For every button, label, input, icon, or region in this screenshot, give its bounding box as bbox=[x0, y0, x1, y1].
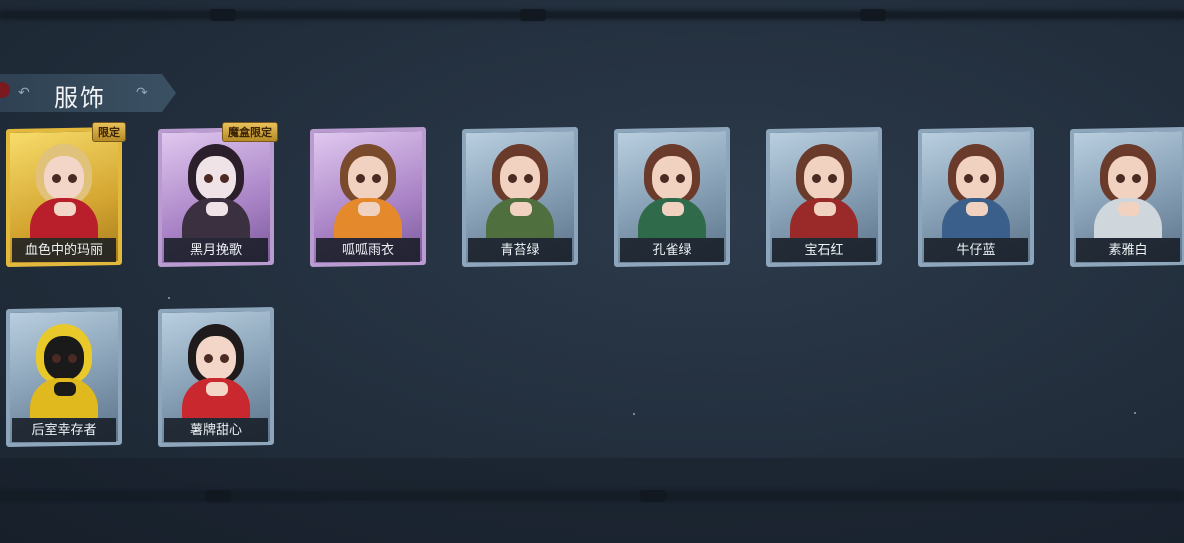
costume-name: 呱呱雨衣 bbox=[316, 238, 420, 262]
rail-ornament bbox=[205, 490, 231, 502]
portrait-hands bbox=[662, 202, 684, 216]
section-title: 服饰 bbox=[54, 85, 106, 112]
portrait-face bbox=[804, 156, 844, 200]
ribbon-dot-icon bbox=[0, 82, 10, 98]
portrait-face bbox=[652, 156, 692, 200]
portrait-eye bbox=[204, 354, 213, 363]
portrait-eye bbox=[1132, 174, 1141, 183]
costume-name: 黑月挽歌 bbox=[164, 238, 268, 262]
costume-name: 宝石红 bbox=[772, 238, 876, 262]
costume-portrait bbox=[930, 140, 1022, 238]
costume-portrait bbox=[18, 140, 110, 238]
portrait-eye bbox=[1116, 174, 1125, 183]
costume-card[interactable]: 素雅白 bbox=[1070, 126, 1184, 268]
portrait-eye bbox=[372, 174, 381, 183]
portrait-face bbox=[196, 336, 236, 380]
portrait-eye bbox=[812, 174, 821, 183]
costume-name: 血色中的玛丽 bbox=[12, 238, 116, 262]
portrait-hands bbox=[206, 202, 228, 216]
portrait-hands bbox=[1118, 202, 1140, 216]
portrait-eye bbox=[508, 174, 517, 183]
portrait-eye bbox=[68, 174, 77, 183]
costume-name: 青苔绿 bbox=[468, 238, 572, 262]
limited-badge: 限定 bbox=[92, 122, 126, 142]
costume-card[interactable]: 后室幸存者 bbox=[6, 306, 122, 448]
portrait-face bbox=[44, 156, 84, 200]
portrait-face bbox=[196, 156, 236, 200]
costume-portrait bbox=[1082, 140, 1174, 238]
portrait-eye bbox=[676, 174, 685, 183]
portrait-face bbox=[348, 156, 388, 200]
bottom-shadow-band bbox=[0, 458, 1184, 543]
rail-ornament bbox=[520, 9, 546, 21]
costume-portrait bbox=[322, 140, 414, 238]
portrait-eye bbox=[828, 174, 837, 183]
portrait-eye bbox=[980, 174, 989, 183]
portrait-hands bbox=[54, 382, 76, 396]
costume-card[interactable]: 黑月挽歌 魔盒限定 bbox=[158, 122, 278, 268]
portrait-eye bbox=[68, 354, 77, 363]
costume-portrait bbox=[474, 140, 566, 238]
costume-card[interactable]: 呱呱雨衣 bbox=[310, 126, 426, 268]
costume-card[interactable]: 宝石红 bbox=[766, 126, 882, 268]
costume-portrait bbox=[626, 140, 718, 238]
costume-name: 薯牌甜心 bbox=[164, 418, 268, 442]
portrait-eye bbox=[524, 174, 533, 183]
portrait-eye bbox=[52, 354, 61, 363]
portrait-eye bbox=[356, 174, 365, 183]
costume-card[interactable]: 薯牌甜心 bbox=[158, 306, 274, 448]
portrait-eye bbox=[660, 174, 669, 183]
costume-name: 后室幸存者 bbox=[12, 418, 116, 442]
portrait-eye bbox=[52, 174, 61, 183]
portrait-face bbox=[500, 156, 540, 200]
costume-name: 素雅白 bbox=[1076, 238, 1180, 262]
costume-card[interactable]: 孔雀绿 bbox=[614, 126, 730, 268]
portrait-hands bbox=[206, 382, 228, 396]
costume-card[interactable]: 血色中的玛丽 限定 bbox=[6, 122, 126, 268]
costume-portrait bbox=[18, 320, 110, 418]
portrait-eye bbox=[220, 354, 229, 363]
rail-ornament bbox=[860, 9, 886, 21]
costume-portrait bbox=[170, 140, 262, 238]
portrait-face bbox=[44, 336, 84, 380]
portrait-eye bbox=[220, 174, 229, 183]
costume-card[interactable]: 牛仔蓝 bbox=[918, 126, 1034, 268]
costume-portrait bbox=[170, 320, 262, 418]
portrait-hands bbox=[54, 202, 76, 216]
portrait-hands bbox=[814, 202, 836, 216]
costume-name: 孔雀绿 bbox=[620, 238, 724, 262]
top-rail bbox=[0, 9, 1184, 21]
rail-ornament bbox=[210, 9, 236, 21]
star-dot bbox=[168, 297, 170, 299]
section-header: ↶ 服饰 ↷ bbox=[0, 74, 176, 112]
limited-badge: 魔盒限定 bbox=[222, 122, 278, 142]
portrait-hands bbox=[358, 202, 380, 216]
rail-ornament bbox=[640, 490, 666, 502]
star-dot bbox=[1134, 412, 1136, 414]
curl-right-icon: ↷ bbox=[136, 84, 148, 100]
costume-name: 牛仔蓝 bbox=[924, 238, 1028, 262]
portrait-face bbox=[956, 156, 996, 200]
curl-left-icon: ↶ bbox=[18, 84, 30, 100]
portrait-face bbox=[1108, 156, 1148, 200]
bottom-rail bbox=[0, 490, 1184, 502]
portrait-hands bbox=[510, 202, 532, 216]
portrait-hands bbox=[966, 202, 988, 216]
portrait-eye bbox=[964, 174, 973, 183]
star-dot bbox=[633, 413, 635, 415]
portrait-eye bbox=[204, 174, 213, 183]
costume-card[interactable]: 青苔绿 bbox=[462, 126, 578, 268]
costume-portrait bbox=[778, 140, 870, 238]
